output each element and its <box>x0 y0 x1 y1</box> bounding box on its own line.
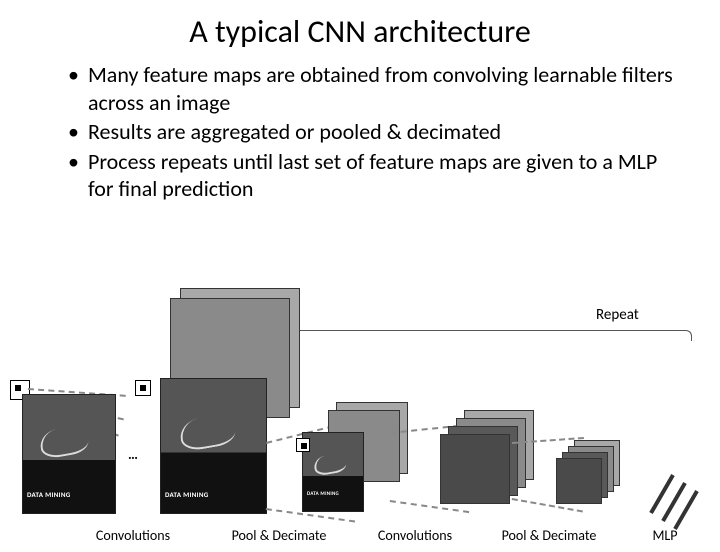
pool-filter-icon <box>135 380 151 396</box>
feature-map-image: DATA MINING <box>302 432 364 512</box>
slide-title: A typical CNN architecture <box>0 12 720 51</box>
bullet-item: Many feature maps are obtained from conv… <box>88 61 680 116</box>
stage-label-pool2: Pool & Decimate <box>484 527 614 544</box>
book-title: DATA MINING <box>307 491 339 497</box>
bullet-item: Results are aggregated or pooled & decim… <box>88 118 680 146</box>
stage-label-pool1: Pool & Decimate <box>214 527 344 544</box>
input-image: DATA MINING <box>22 394 116 514</box>
book-title: DATA MINING <box>165 490 209 499</box>
stage-label-conv2: Convolutions <box>360 527 470 544</box>
ellipsis-icon: … <box>128 446 138 463</box>
feature-map-image: DATA MINING <box>160 378 267 514</box>
repeat-brace <box>270 330 692 341</box>
repeat-label: Repeat <box>596 306 639 324</box>
cnn-diagram: Repeat DATA MINING DATA MINING … DATA MI… <box>0 282 720 552</box>
bullet-list: Many feature maps are obtained from conv… <box>48 61 680 203</box>
book-title: DATA MINING <box>27 490 71 499</box>
bullet-item: Process repeats until last set of featur… <box>88 148 680 203</box>
stage-label-mlp: MLP <box>640 527 690 544</box>
stage-label-conv1: Convolutions <box>78 527 188 544</box>
conv-filter-icon <box>296 438 310 452</box>
